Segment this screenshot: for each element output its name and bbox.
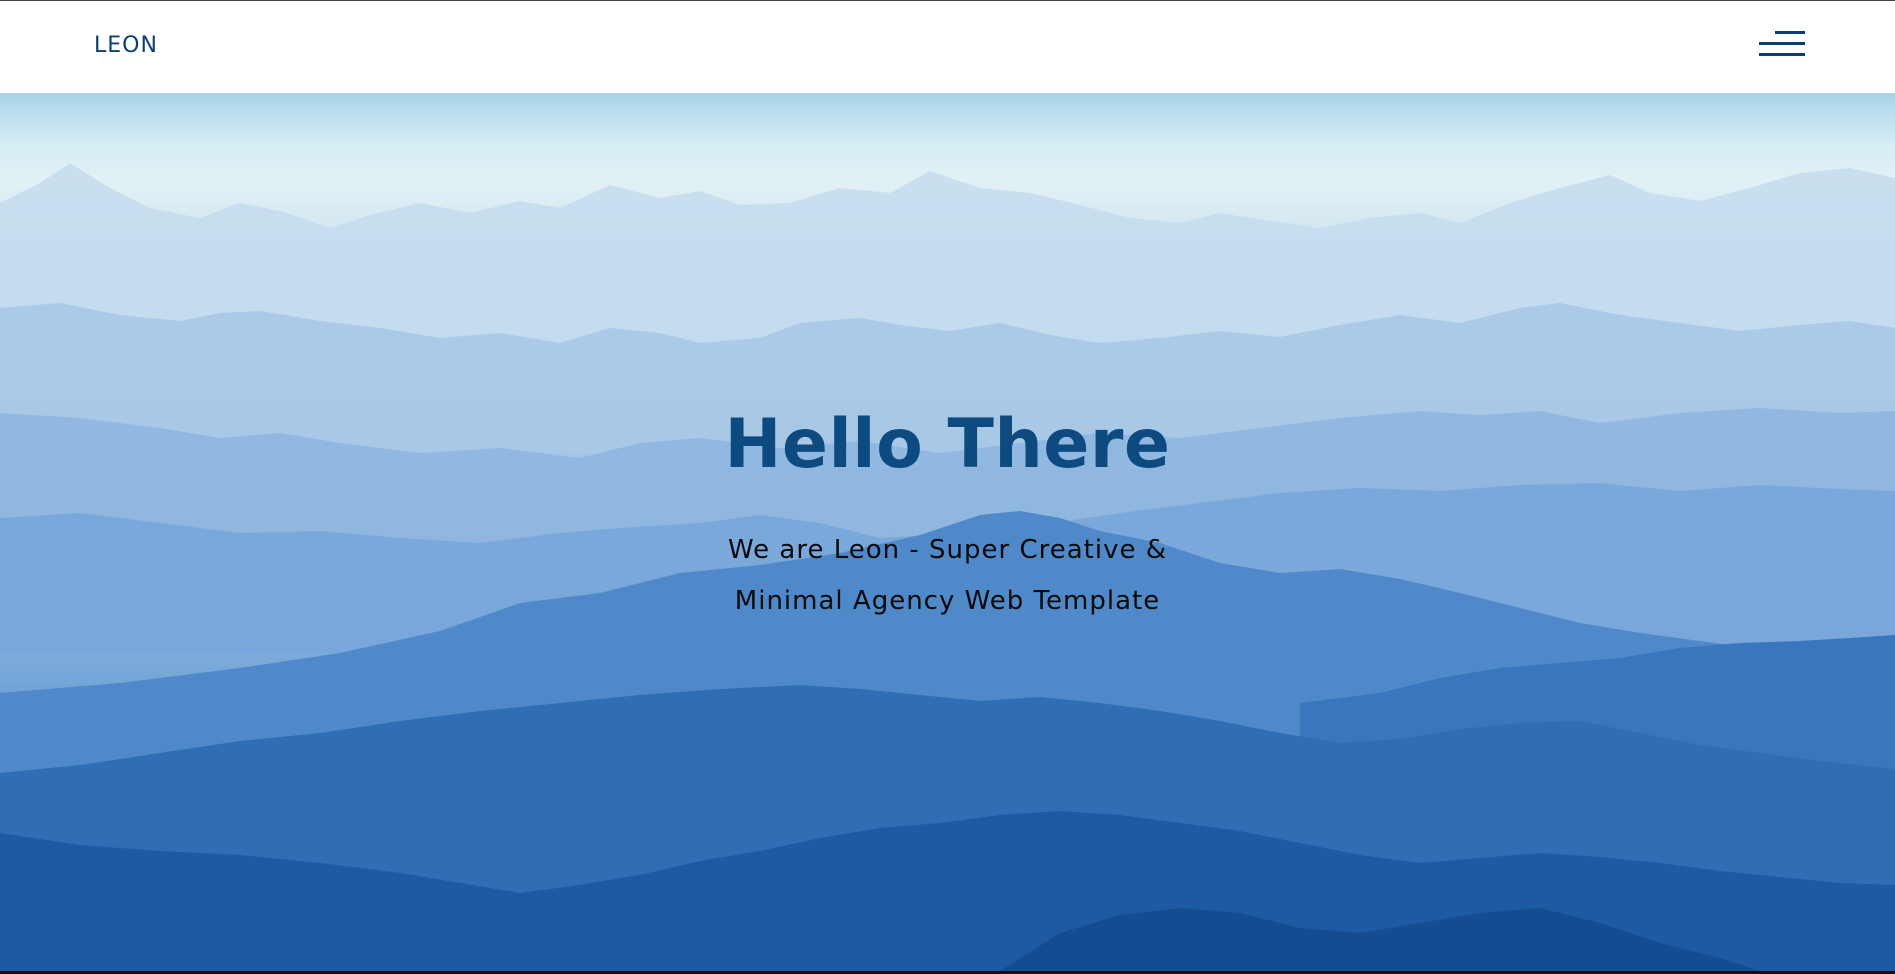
hero-subtitle-line-2: Minimal Agency Web Template [734, 586, 1161, 616]
hero-content: Hello There We are Leon - Super Creative… [0, 93, 1895, 971]
navbar: LEON [0, 1, 1895, 93]
hero-subtitle-line-1: We are Leon - Super Creative & [727, 535, 1168, 565]
menu-line [1775, 31, 1805, 34]
menu-line [1759, 42, 1805, 45]
brand-logo[interactable]: LEON [94, 33, 158, 58]
page: LEON Hello There We are Leon - Super Cre… [0, 0, 1895, 974]
hero-subtitle: We are Leon - Super Creative & Minimal A… [0, 525, 1895, 627]
menu-line [1759, 53, 1805, 56]
hero-title: Hello There [724, 405, 1171, 484]
hamburger-menu-icon[interactable] [1757, 29, 1805, 59]
hero-section: Hello There We are Leon - Super Creative… [0, 93, 1895, 971]
